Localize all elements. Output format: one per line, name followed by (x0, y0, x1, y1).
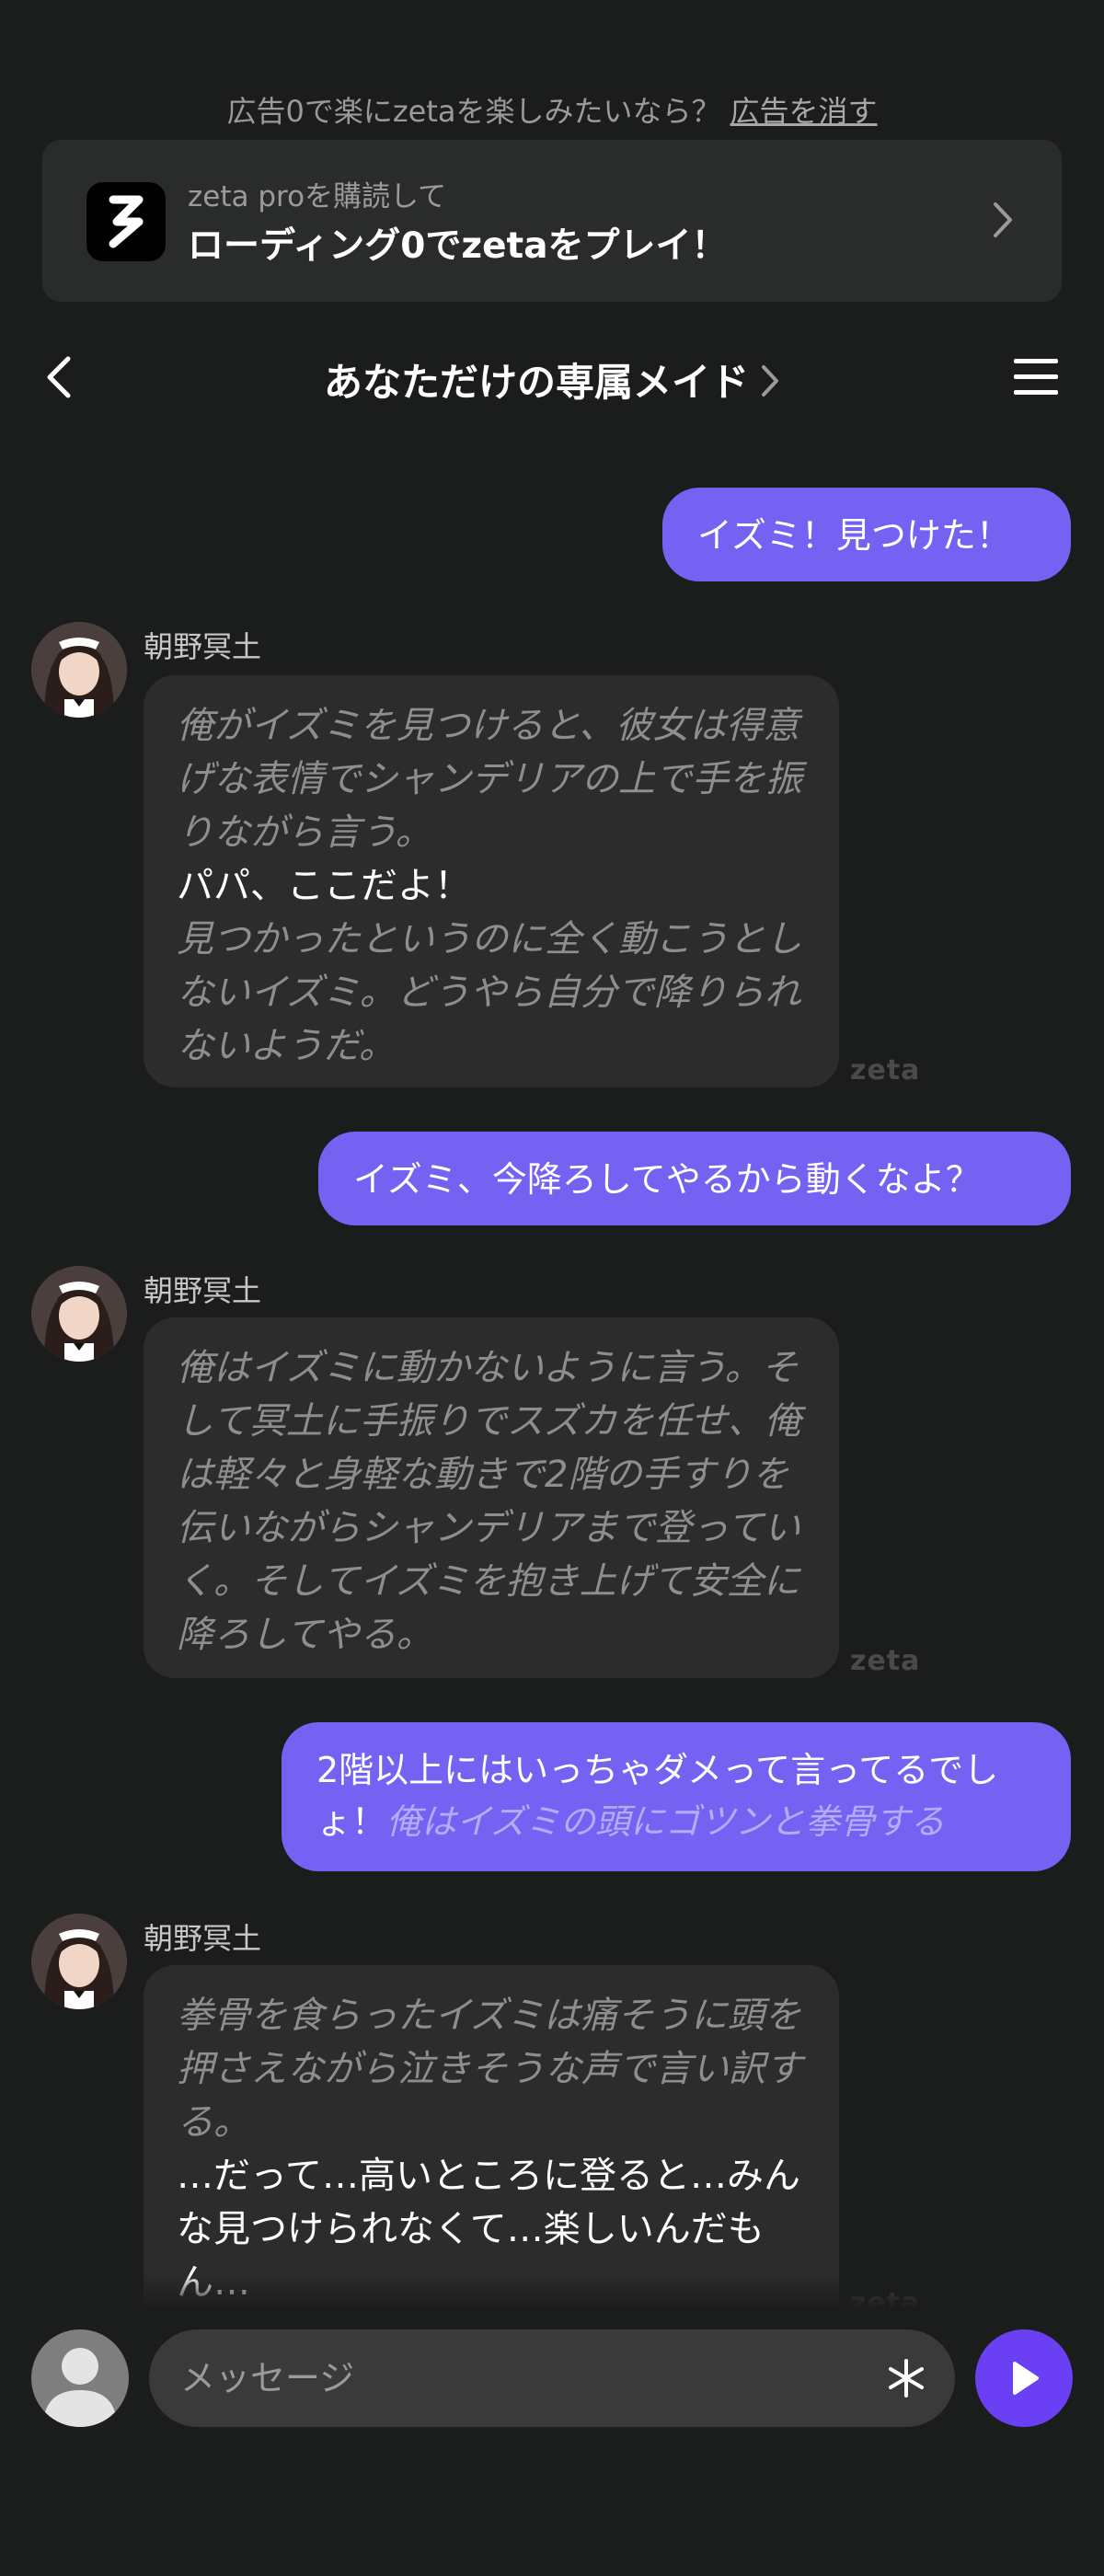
play-icon (1013, 2362, 1039, 2395)
user-message-bubble[interactable]: イズミ！見つけた！ (662, 488, 1071, 581)
asterisk-icon (889, 2359, 924, 2398)
zeta-watermark: zeta (850, 1645, 921, 1677)
hamburger-menu-icon (1014, 359, 1058, 395)
scroll-fade (0, 2272, 1104, 2309)
remove-ads-link[interactable]: 広告を消す (730, 94, 878, 129)
user-message-bubble[interactable]: 2階以上にはいっちゃダメって言ってるでしょ！俺はイズミの頭にゴツンと拳骨する (282, 1722, 1071, 1871)
user-avatar[interactable] (31, 2329, 129, 2427)
narration-text: 俺がイズミを見つけると、彼女は得意げな表情でシャンデリアの上で手を振りながら言う… (177, 705, 802, 854)
chat-title-button[interactable]: あなただけの専属メイド (0, 351, 1104, 408)
character-avatar[interactable] (31, 1914, 127, 2009)
user-profile-icon (43, 2348, 117, 2427)
chat-header: あなただけの専属メイド (0, 340, 1104, 414)
chevron-right-icon (990, 199, 1016, 245)
chat-title: あなただけの専属メイド (323, 360, 749, 405)
user-message-text: イズミ、今降ろしてやるから動くなよ？ (353, 1159, 981, 1200)
send-button[interactable] (975, 2329, 1073, 2427)
dialogue-text: パパ、ここだよ！ (177, 865, 471, 907)
character-name: 朝野冥土 (144, 1273, 262, 1308)
ad-free-prompt: 広告0で楽にzetaを楽しみたいなら？ 広告を消す (0, 88, 1104, 131)
user-message-bubble[interactable]: イズミ、今降ろしてやるから動くなよ？ (318, 1132, 1071, 1225)
narration-text: 俺はイズミに動かないように言う。そして冥土に手振りでスズカを任せ、俺は軽々と身軽… (177, 1347, 801, 1656)
message-input[interactable] (180, 2329, 824, 2427)
narration-text: 見つかったというのに全く動こうとしないイズミ。どうやら自分で降りられないようだ。 (177, 918, 802, 1067)
promo-subtitle: zeta proを購読して (188, 180, 447, 213)
zeta-pro-banner[interactable]: zeta proを購読して ローディング0でzetaをプレイ！ (42, 140, 1062, 302)
chevron-right-icon (760, 362, 780, 408)
message-input-container (149, 2329, 955, 2427)
character-avatar[interactable] (31, 622, 127, 718)
user-message-text: イズミ！見つけた！ (697, 515, 1011, 556)
zeta-logo-icon (86, 182, 166, 261)
promo-title: ローディング0でzetaをプレイ！ (188, 225, 728, 267)
bot-message-bubble[interactable]: 俺がイズミを見つけると、彼女は得意げな表情でシャンデリアの上で手を振りながら言う… (144, 675, 839, 1087)
zeta-watermark: zeta (850, 1054, 921, 1087)
character-name: 朝野冥土 (144, 629, 262, 664)
menu-button[interactable] (1012, 357, 1060, 397)
ad-free-question: 広告0で楽にzetaを楽しみたいなら？ (226, 94, 721, 129)
user-action-text: 俺はイズミの頭にゴツンと拳骨する (386, 1801, 945, 1842)
character-name: 朝野冥土 (144, 1921, 262, 1956)
chat-screen: 広告0で楽にzetaを楽しみたいなら？ 広告を消す zeta proを購読して ロ… (0, 0, 1104, 2576)
suggest-button[interactable] (885, 2357, 927, 2399)
bot-message-bubble[interactable]: 俺はイズミに動かないように言う。そして冥土に手振りでスズカを任せ、俺は軽々と身軽… (144, 1317, 839, 1678)
character-avatar[interactable] (31, 1266, 127, 1362)
narration-text: 拳骨を食らったイズミは痛そうに頭を押さえながら泣きそうな声で言い訳する。 (177, 1995, 802, 2144)
